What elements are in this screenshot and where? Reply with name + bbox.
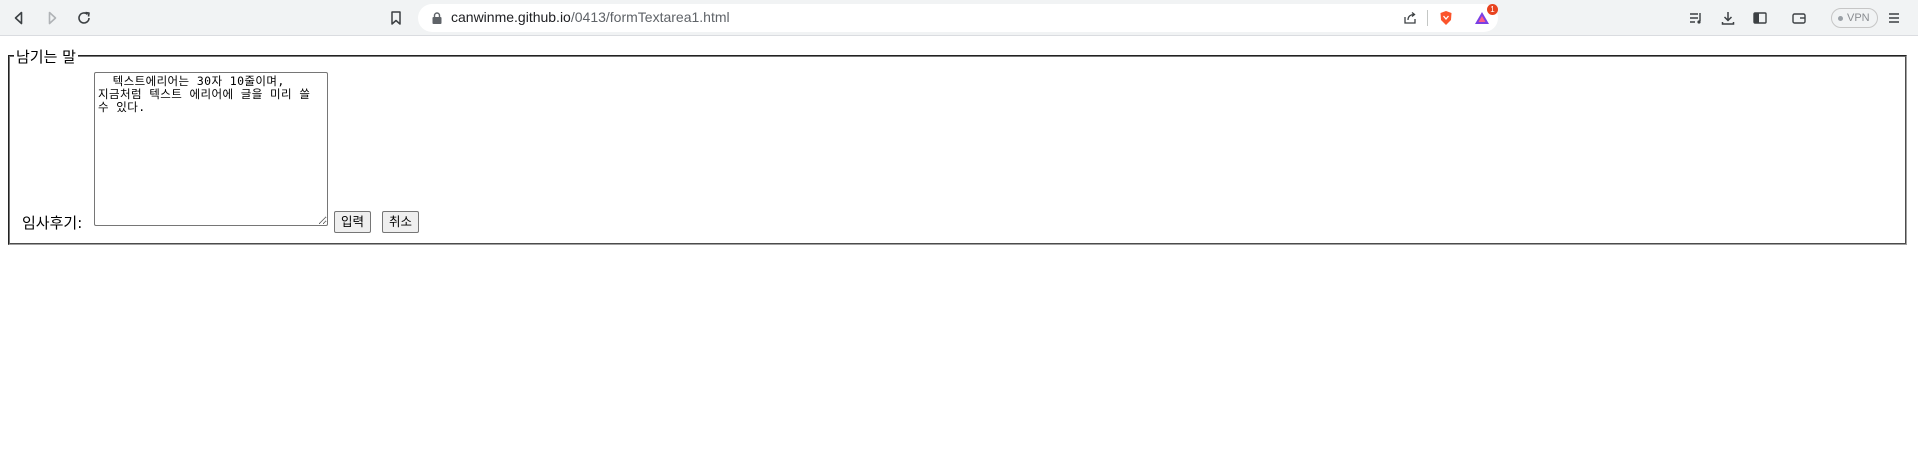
address-divider xyxy=(1427,10,1428,26)
back-icon[interactable] xyxy=(7,6,31,30)
review-label: 임사후기: xyxy=(22,214,83,232)
sidebar-icon[interactable] xyxy=(1748,6,1772,30)
brave-shield-icon[interactable] xyxy=(1434,6,1458,30)
browser-toolbar: canwinme.github.io/0413/formTextarea1.ht… xyxy=(0,0,1918,36)
wallet-icon[interactable] xyxy=(1787,6,1811,30)
address-bar[interactable]: canwinme.github.io/0413/formTextarea1.ht… xyxy=(418,4,1498,32)
reload-icon[interactable] xyxy=(72,6,96,30)
submit-button[interactable]: 입력 xyxy=(334,211,372,233)
review-textarea[interactable]: 텍스트에리어는 30자 10줄이며, 지금처럼 텍스트 에리어에 글을 미리 쓸… xyxy=(94,72,328,226)
url-host: canwinme.github.io xyxy=(451,9,571,25)
download-icon[interactable] xyxy=(1716,6,1740,30)
fieldset-legend: 남기는 말 xyxy=(14,46,78,67)
url-text[interactable]: canwinme.github.io/0413/formTextarea1.ht… xyxy=(451,9,730,25)
vpn-button[interactable]: VPN xyxy=(1831,8,1878,28)
share-icon[interactable] xyxy=(1398,6,1422,30)
lock-icon[interactable] xyxy=(430,11,444,25)
vpn-label: VPN xyxy=(1847,12,1870,24)
brave-rewards-icon[interactable]: 1 xyxy=(1470,4,1498,30)
vpn-status-dot xyxy=(1838,15,1843,21)
menu-icon[interactable] xyxy=(1882,6,1906,30)
rewards-badge: 1 xyxy=(1487,4,1498,15)
reset-button[interactable]: 취소 xyxy=(382,211,420,233)
url-path: /0413/formTextarea1.html xyxy=(570,9,730,25)
playlist-icon[interactable] xyxy=(1684,6,1708,30)
forward-icon[interactable] xyxy=(40,6,64,30)
bookmark-icon[interactable] xyxy=(384,6,408,30)
